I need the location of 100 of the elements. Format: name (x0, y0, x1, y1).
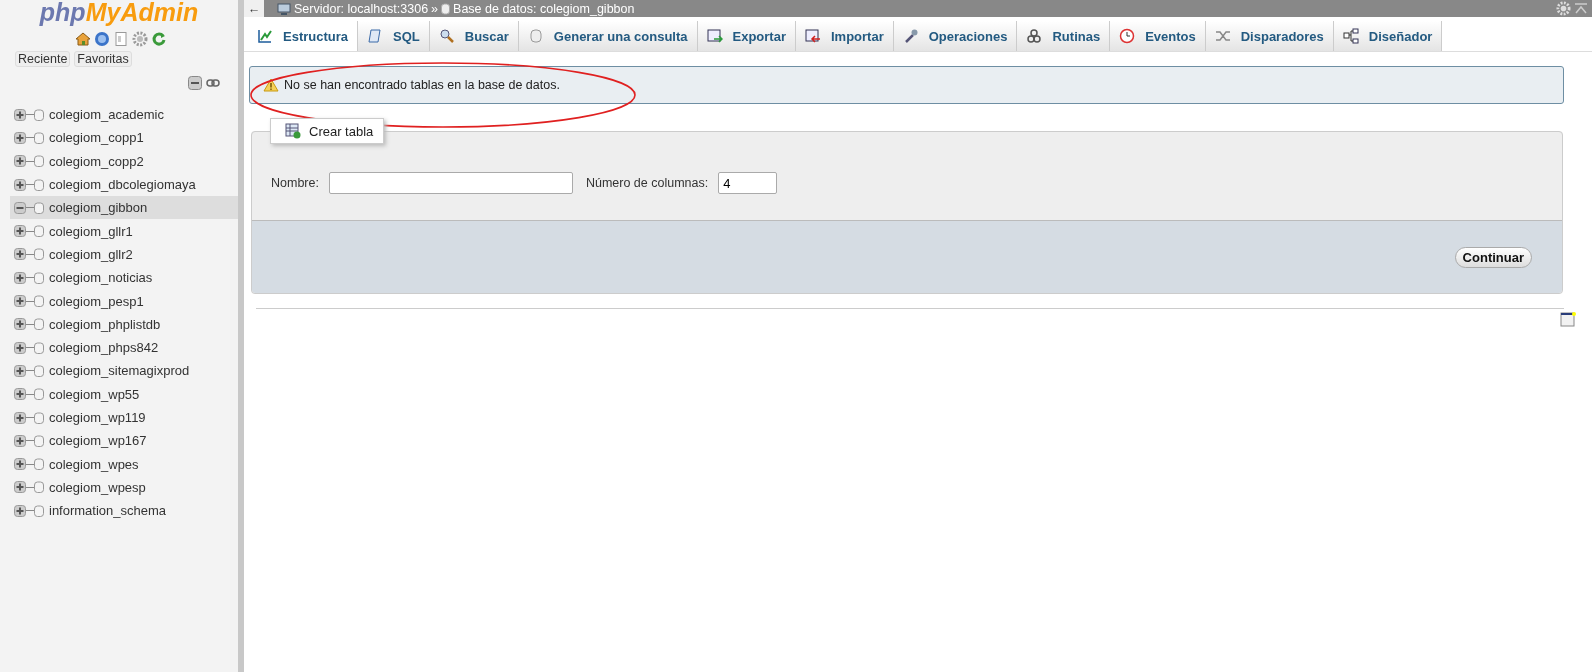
database-name[interactable]: colegiom_wpesp (49, 479, 146, 495)
database-name[interactable]: information_schema (49, 503, 167, 519)
expand-icon[interactable] (14, 341, 26, 354)
home-icon[interactable] (75, 31, 91, 47)
database-row[interactable]: colegiom_wpesp (10, 475, 238, 500)
database-icon (34, 434, 44, 447)
database-name[interactable]: colegiom_sitemagixprod (49, 363, 190, 379)
database-icon (34, 341, 44, 354)
database-icon (34, 225, 44, 238)
menu-tab[interactable]: Rutinas (1017, 21, 1111, 51)
database-icon (527, 28, 544, 44)
database-icon (34, 388, 44, 401)
database-row[interactable]: colegiom_wpes (10, 452, 238, 476)
database-row[interactable]: colegiom_wp55 (10, 382, 238, 406)
collapse-icon[interactable] (14, 201, 26, 214)
sidebar-tab[interactable]: Reciente (15, 51, 71, 67)
database-name[interactable]: colegiom_copp1 (49, 130, 144, 146)
database-name[interactable]: colegiom_phplistdb (49, 316, 161, 332)
table-add-icon (285, 123, 301, 139)
expand-icon[interactable] (14, 248, 26, 261)
database-name[interactable]: colegiom_copp2 (49, 153, 144, 169)
database-icon (34, 295, 44, 307)
database-icon (34, 504, 44, 517)
database-name[interactable]: colegiom_wp167 (49, 433, 147, 449)
database-name[interactable]: colegiom_wpes (49, 456, 139, 472)
database-row[interactable]: colegiom_academic (10, 103, 238, 127)
menu-tab[interactable]: Diseñador (1333, 21, 1443, 51)
expand-icon[interactable] (14, 481, 26, 494)
database-name[interactable]: colegiom_noticias (49, 270, 153, 286)
name-input[interactable] (328, 172, 573, 194)
notice-text: No se han encontrado tablas en la base de datos. (284, 78, 560, 92)
back-button[interactable]: ← (244, 0, 264, 17)
database-icon (34, 108, 44, 121)
help-icon[interactable] (94, 31, 110, 47)
database-name[interactable]: colegiom_academic (49, 107, 164, 123)
database-row[interactable]: colegiom_gllr1 (10, 219, 238, 243)
database-row[interactable]: colegiom_sitemagixprod (10, 359, 238, 383)
database-row[interactable]: colegiom_noticias (10, 266, 238, 290)
columns-label: Número de columnas: (585, 176, 709, 190)
database-row[interactable]: colegiom_gllr2 (10, 242, 238, 267)
database-row[interactable]: colegiom_phplistdb (10, 312, 238, 336)
gears-icon (1026, 28, 1043, 44)
expand-icon[interactable] (14, 225, 26, 238)
menu-tab[interactable]: Importar (795, 21, 894, 51)
database-link[interactable]: Base de datos: colegiom_gibbon (453, 1, 635, 16)
database-row[interactable]: colegiom_wp167 (10, 429, 238, 453)
warning-icon (263, 78, 279, 92)
database-name[interactable]: colegiom_gllr2 (49, 246, 133, 262)
expand-icon[interactable] (14, 295, 26, 307)
database-row[interactable]: colegiom_copp1 (10, 126, 238, 150)
columns-input[interactable]: 4 (718, 172, 778, 194)
console-icon[interactable] (1560, 311, 1576, 327)
collapse-all-icon[interactable] (188, 76, 202, 90)
server-link[interactable]: Servidor: localhost:3306 (294, 1, 429, 16)
database-name[interactable]: colegiom_gibbon (49, 200, 148, 216)
expand-icon[interactable] (14, 388, 26, 401)
continue-button[interactable]: Continuar (1454, 246, 1532, 268)
expand-icon[interactable] (14, 108, 26, 121)
menu-tab[interactable]: Eventos (1110, 21, 1206, 51)
expand-icon[interactable] (14, 155, 26, 168)
menu-tab[interactable]: Disparadores (1205, 21, 1334, 51)
settings-icon[interactable] (132, 31, 148, 47)
menu-tab[interactable]: Buscar (429, 21, 519, 51)
database-icon (34, 248, 44, 261)
expand-icon[interactable] (14, 364, 26, 377)
sidebar-tab[interactable]: Favoritas (74, 51, 132, 67)
menu-tab[interactable]: Exportar (697, 21, 796, 51)
expand-icon[interactable] (14, 131, 26, 144)
reload-icon[interactable] (151, 31, 167, 47)
database-icon (34, 178, 44, 191)
database-row[interactable]: colegiom_dbcolegiomaya (10, 172, 238, 197)
database-name[interactable]: colegiom_dbcolegiomaya (49, 177, 196, 193)
database-row[interactable]: information_schema (10, 499, 238, 523)
menu-tab[interactable]: Generar una consulta (518, 21, 698, 51)
diagram-icon (1342, 28, 1359, 44)
create-table-legend: Crear tabla (270, 118, 385, 144)
expand-icon[interactable] (14, 434, 26, 447)
database-name[interactable]: colegiom_pesp1 (49, 293, 144, 309)
database-row[interactable]: colegiom_gibbon (10, 196, 238, 220)
expand-icon[interactable] (14, 411, 26, 424)
database-row[interactable]: colegiom_pesp1 (10, 289, 238, 313)
expand-icon[interactable] (14, 504, 26, 517)
database-name[interactable]: colegiom_wp119 (49, 410, 146, 425)
expand-icon[interactable] (14, 271, 26, 284)
logo[interactable]: phpMyAdmin (0, 0, 238, 26)
expand-icon[interactable] (14, 178, 26, 191)
clock-icon (1119, 28, 1136, 44)
menu-tab[interactable]: SQL (358, 21, 430, 51)
database-row[interactable]: colegiom_wp119 (10, 405, 238, 430)
link-icon[interactable] (206, 79, 220, 87)
document-icon[interactable] (113, 31, 129, 47)
expand-icon[interactable] (14, 458, 26, 471)
database-icon (34, 318, 44, 331)
expand-icon[interactable] (14, 318, 26, 331)
menu-tab[interactable]: Operaciones (893, 21, 1018, 51)
database-name[interactable]: colegiom_phps842 (49, 340, 159, 356)
database-name[interactable]: colegiom_wp55 (49, 386, 140, 402)
database-name[interactable]: colegiom_gllr1 (49, 223, 133, 239)
database-row[interactable]: colegiom_phps842 (10, 335, 238, 360)
database-row[interactable]: colegiom_copp2 (10, 149, 238, 173)
